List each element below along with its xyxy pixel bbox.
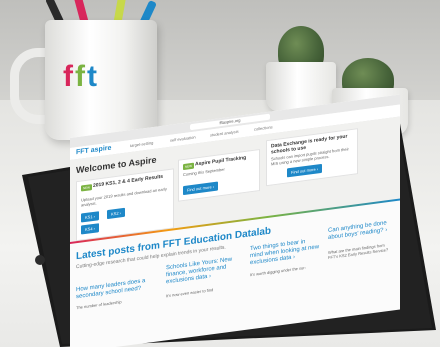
tablet-screen: fftaspire.org FFT aspire target-setting …: [70, 94, 400, 347]
home-button: [35, 255, 45, 265]
new-badge: NEW: [81, 184, 92, 192]
ks2-button[interactable]: KS2 ›: [107, 207, 126, 220]
post-link[interactable]: Schools Like Yours: New finance, workfor…: [166, 256, 238, 286]
find-out-more-button[interactable]: Find out more ›: [287, 163, 323, 178]
post-link[interactable]: Two things to bear in mind when looking …: [250, 237, 320, 267]
ks4-button[interactable]: KS4 ›: [81, 223, 100, 235]
post-link[interactable]: Can anything be done about boys' reading…: [328, 219, 394, 242]
nav-link[interactable]: target-setting: [130, 140, 153, 148]
new-badge: NEW: [183, 162, 194, 171]
photo-scene: fft fftaspire.org FFT aspire target-sett…: [0, 0, 440, 347]
nav-link[interactable]: student analysis: [210, 129, 239, 138]
nav-link[interactable]: self evaluation: [170, 134, 196, 142]
post-excerpt: It's now even easier to find: [166, 287, 214, 299]
card-text: Upload your 2019 results and download an…: [81, 186, 167, 208]
find-out-more-button[interactable]: Find out more ›: [183, 181, 219, 196]
nav-link[interactable]: collections: [254, 124, 273, 131]
data-exchange-card: Data Exchange is ready for your schools …: [266, 128, 358, 187]
pupil-tracking-card: NEW Aspire Pupil Tracking Coming this Se…: [178, 148, 260, 202]
ks1-button[interactable]: KS1 ›: [81, 211, 100, 223]
post-excerpt: What are the main findings from FFT's KS…: [328, 242, 389, 261]
